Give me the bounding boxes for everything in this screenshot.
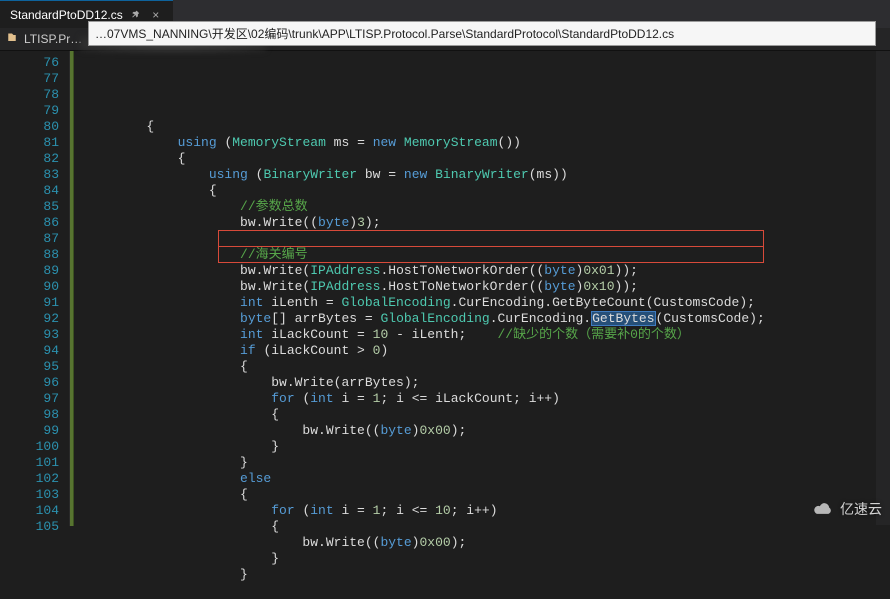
code-line[interactable] <box>84 231 890 247</box>
line-number: 88 <box>0 247 59 263</box>
line-number: 96 <box>0 375 59 391</box>
line-number: 105 <box>0 519 59 535</box>
line-number: 91 <box>0 295 59 311</box>
code-line[interactable]: if (iLackCount > 0) <box>84 343 890 359</box>
code-line[interactable]: bw.Write((byte)3); <box>84 215 890 231</box>
line-number: 95 <box>0 359 59 375</box>
line-number: 92 <box>0 311 59 327</box>
line-number: 78 <box>0 87 59 103</box>
code-line[interactable]: for (int i = 1; i <= 10; i++) <box>84 503 890 519</box>
line-number: 79 <box>0 103 59 119</box>
line-number: 102 <box>0 471 59 487</box>
line-number-gutter: 7677787980818283848586878889909192939495… <box>0 51 70 526</box>
watermark: 亿速云 <box>812 499 882 519</box>
code-line[interactable]: byte[] arrBytes = GlobalEncoding.CurEnco… <box>84 311 890 327</box>
code-line[interactable]: { <box>84 359 890 375</box>
code-line[interactable]: int iLenth = GlobalEncoding.CurEncoding.… <box>84 295 890 311</box>
line-number: 87 <box>0 231 59 247</box>
code-line[interactable]: } <box>84 567 890 583</box>
line-number: 77 <box>0 71 59 87</box>
tab-filename: StandardPtoDD12.cs <box>10 8 123 22</box>
line-number: 83 <box>0 167 59 183</box>
line-number: 103 <box>0 487 59 503</box>
code-line[interactable]: //海关编号 <box>84 247 890 263</box>
code-line[interactable]: //参数总数 <box>84 199 890 215</box>
line-number: 86 <box>0 215 59 231</box>
breadcrumb-namespace[interactable]: LTISP.Pr… <box>24 32 82 46</box>
close-icon[interactable]: × <box>149 8 163 22</box>
filepath-tooltip: …07VMS_NANNING\开发区\02编码\trunk\APP\LTISP.… <box>88 21 876 46</box>
code-line[interactable]: { <box>84 519 890 535</box>
code-viewport[interactable]: { using (MemoryStream ms = new MemoryStr… <box>74 51 890 526</box>
line-number: 84 <box>0 183 59 199</box>
line-number: 94 <box>0 343 59 359</box>
line-number: 101 <box>0 455 59 471</box>
line-number: 99 <box>0 423 59 439</box>
code-line[interactable]: using (BinaryWriter bw = new BinaryWrite… <box>84 167 890 183</box>
code-line[interactable]: } <box>84 439 890 455</box>
line-number: 93 <box>0 327 59 343</box>
code-line[interactable]: } <box>84 455 890 471</box>
line-number: 80 <box>0 119 59 135</box>
namespace-icon <box>6 32 20 46</box>
cloud-icon <box>812 501 834 517</box>
line-number: 81 <box>0 135 59 151</box>
line-number: 100 <box>0 439 59 455</box>
code-line[interactable]: { <box>84 407 890 423</box>
code-line[interactable]: else <box>84 471 890 487</box>
code-line[interactable] <box>84 583 890 599</box>
code-line[interactable]: for (int i = 1; i <= iLackCount; i++) <box>84 391 890 407</box>
code-line[interactable]: using (MemoryStream ms = new MemoryStrea… <box>84 135 890 151</box>
code-line[interactable]: { <box>84 119 890 135</box>
editor-area: 7677787980818283848586878889909192939495… <box>0 51 890 526</box>
code-line[interactable]: bw.Write((byte)0x00); <box>84 535 890 551</box>
line-number: 97 <box>0 391 59 407</box>
line-number: 82 <box>0 151 59 167</box>
line-number: 89 <box>0 263 59 279</box>
code-line[interactable]: } <box>84 551 890 567</box>
code-line[interactable]: bw.Write((byte)0x00); <box>84 423 890 439</box>
pin-icon[interactable] <box>129 8 143 22</box>
code-line[interactable]: bw.Write(IPAddress.HostToNetworkOrder((b… <box>84 263 890 279</box>
code-line[interactable]: bw.Write(IPAddress.HostToNetworkOrder((b… <box>84 279 890 295</box>
code-line[interactable]: int iLackCount = 10 - iLenth; //缺少的个数（需要… <box>84 327 890 343</box>
line-number: 90 <box>0 279 59 295</box>
watermark-text: 亿速云 <box>840 499 882 519</box>
code-line[interactable]: { <box>84 151 890 167</box>
vertical-scrollbar[interactable] <box>876 50 890 525</box>
line-number: 85 <box>0 199 59 215</box>
code-line[interactable]: bw.Write(arrBytes); <box>84 375 890 391</box>
code-line[interactable]: { <box>84 183 890 199</box>
code-line[interactable]: { <box>84 487 890 503</box>
line-number: 76 <box>0 55 59 71</box>
line-number: 98 <box>0 407 59 423</box>
line-number: 104 <box>0 503 59 519</box>
